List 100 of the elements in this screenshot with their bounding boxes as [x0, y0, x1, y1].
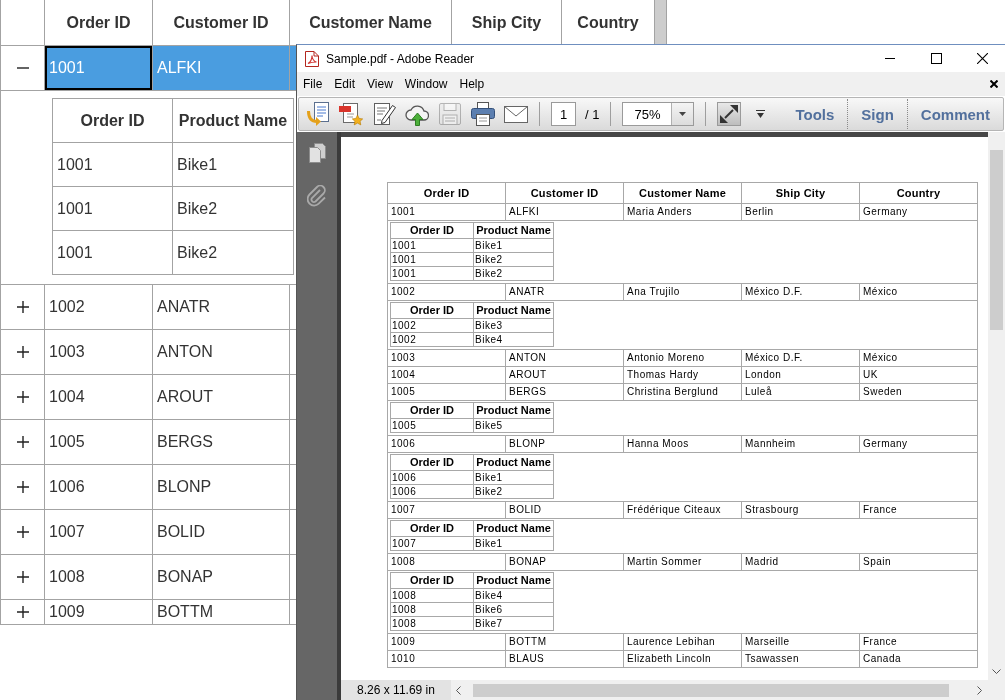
table-cell: 1010 — [387, 650, 506, 668]
menu-item[interactable]: Help — [459, 77, 485, 91]
table-cell: 1005 — [45, 420, 153, 464]
column-header: Product Name — [473, 454, 554, 471]
table-cell: Germany — [859, 203, 978, 221]
table-cell: Antonio Moreno — [623, 349, 742, 367]
close-icon[interactable] — [990, 80, 998, 88]
table-cell: 1001 — [45, 46, 153, 90]
pages-icon[interactable] — [308, 143, 326, 163]
chevron-down-icon[interactable] — [992, 669, 1001, 674]
table-cell: 1001 — [390, 266, 474, 281]
pane-button[interactable]: Sign — [848, 105, 907, 123]
column-header: Product Name — [473, 520, 554, 537]
plus-icon[interactable] — [16, 481, 29, 493]
menu-item[interactable]: Window — [404, 77, 448, 91]
column-header: Order ID — [45, 0, 153, 45]
table-cell: Germany — [859, 435, 978, 453]
table-cell: 1008 — [390, 602, 474, 617]
table-cell: México — [859, 349, 978, 367]
table-cell: México D.F. — [741, 283, 860, 301]
table-cell: Bike4 — [473, 588, 554, 603]
plus-icon[interactable] — [16, 391, 29, 403]
plus-icon[interactable] — [16, 526, 29, 538]
table-cell: 1002 — [390, 318, 474, 333]
table-cell: Martin Sommer — [623, 553, 742, 571]
chevron-left-icon[interactable] — [456, 685, 461, 695]
menu-item[interactable]: Edit — [334, 77, 356, 91]
table-cell: Laurence Lebihan — [623, 633, 742, 651]
table-cell: México D.F. — [741, 349, 860, 367]
table-cell: 1007 — [45, 510, 153, 554]
table-cell: 1009 — [45, 600, 153, 624]
table-cell: 1009 — [387, 633, 506, 651]
table-cell: 1001 — [52, 142, 173, 187]
document-arrow-icon[interactable] — [306, 102, 330, 126]
table-cell: Bike5 — [473, 418, 554, 433]
plus-icon[interactable] — [16, 606, 29, 618]
table-cell: ALFKI — [505, 203, 624, 221]
column-header: Order ID — [390, 520, 474, 537]
zoom-dropdown[interactable]: 75% — [622, 102, 695, 126]
pdf-file-icon — [305, 50, 319, 67]
maximize-icon[interactable] — [930, 53, 942, 64]
table-cell: BLONP — [153, 465, 290, 509]
column-header: Order ID — [390, 454, 474, 471]
table-cell: 1005 — [390, 418, 474, 433]
column-header: Order ID — [390, 402, 474, 419]
table-cell: Ana Trujilo — [623, 283, 742, 301]
table-cell: ANTON — [505, 349, 624, 367]
column-header: Customer ID — [505, 182, 624, 204]
column-header: Order ID — [390, 572, 474, 589]
column-header: Country — [859, 182, 978, 204]
table-cell: Berlin — [741, 203, 860, 221]
page-size-label: 8.26 x 11.69 in — [341, 680, 451, 700]
table-cell: BONAP — [153, 555, 290, 599]
plus-icon[interactable] — [16, 436, 29, 448]
column-header: Customer Name — [623, 182, 742, 204]
close-icon[interactable] — [976, 53, 988, 64]
table-cell: Madrid — [741, 553, 860, 571]
menu-item[interactable]: File — [303, 77, 323, 91]
menu-item[interactable]: View — [367, 77, 393, 91]
scrollbar[interactable] — [451, 680, 1005, 700]
fit-page-button[interactable] — [717, 102, 742, 126]
caret-icon — [679, 112, 687, 116]
table-cell: 1002 — [45, 285, 153, 329]
plus-icon[interactable] — [16, 346, 29, 358]
plus-icon[interactable] — [16, 301, 29, 313]
table-cell: 1006 — [387, 435, 506, 453]
column-header: Order ID — [390, 302, 474, 319]
printer-icon[interactable] — [471, 102, 495, 126]
caret-icon[interactable] — [756, 110, 766, 118]
document-pen-icon[interactable] — [372, 102, 396, 126]
column-header: Customer ID — [153, 0, 290, 45]
scrollbar[interactable] — [655, 0, 667, 45]
pane-button[interactable]: Comment — [907, 105, 1003, 123]
table-cell: ANTON — [153, 330, 290, 374]
cloud-arrow-icon[interactable] — [405, 102, 429, 126]
table-cell: Strasbourg — [741, 501, 860, 519]
scrollbar-thumb[interactable] — [990, 150, 1003, 330]
table-cell: Bike1 — [172, 142, 294, 187]
paperclip-icon[interactable] — [307, 185, 327, 207]
table-cell: BERGS — [505, 383, 624, 401]
column-header: Product Name — [473, 572, 554, 589]
table-cell: 1008 — [387, 553, 506, 571]
table-cell: Bike3 — [473, 318, 554, 333]
table-cell: Bike2 — [473, 252, 554, 267]
pane-button[interactable]: Tools — [782, 105, 848, 123]
table-cell: BERGS — [153, 420, 290, 464]
table-cell: ANATR — [153, 285, 290, 329]
table-cell: 1008 — [390, 588, 474, 603]
plus-icon[interactable] — [16, 571, 29, 583]
table-cell: 1006 — [390, 470, 474, 485]
document-star-icon[interactable] — [339, 102, 363, 126]
table-cell: Marseille — [741, 633, 860, 651]
table-cell: 1003 — [45, 330, 153, 374]
table-cell: London — [741, 366, 860, 384]
table-cell: BOLID — [505, 501, 624, 519]
chevron-right-icon[interactable] — [977, 685, 982, 695]
page-number-field[interactable]: 1 — [551, 102, 576, 126]
scrollbar-thumb[interactable] — [473, 683, 949, 697]
table-cell: France — [859, 633, 978, 651]
scrollbar[interactable] — [988, 132, 1005, 680]
